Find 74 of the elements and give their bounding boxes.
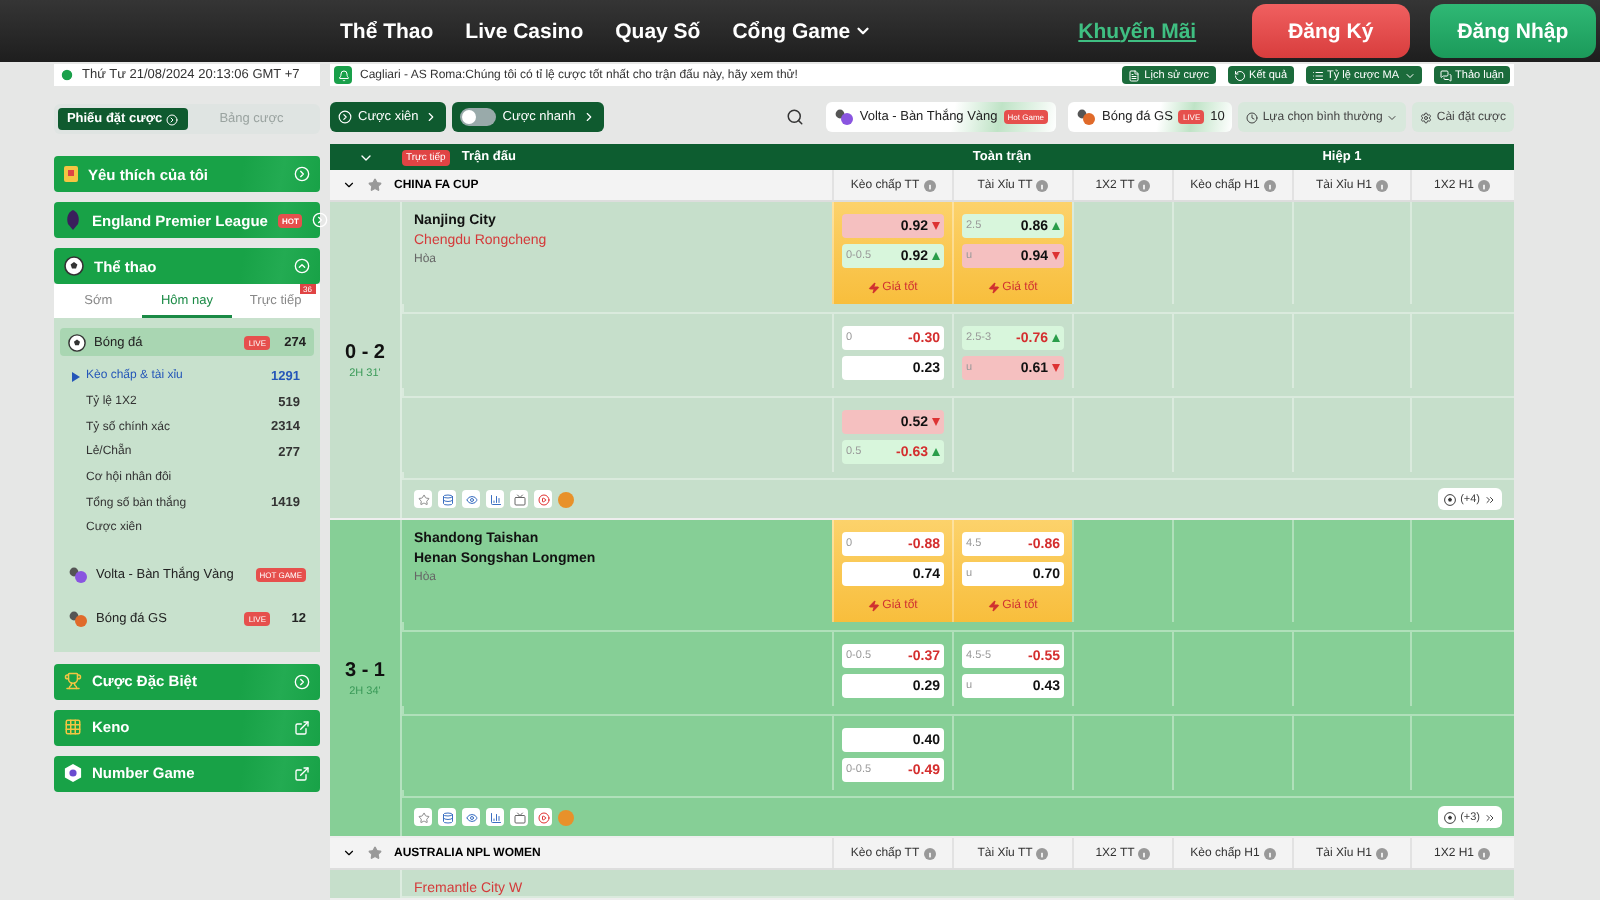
- chevron-right-icon: [581, 110, 596, 124]
- nav-link[interactable]: Cổng Game: [716, 19, 889, 43]
- promotion-link[interactable]: Khuyến Mãi: [1078, 19, 1197, 43]
- document-icon: [1128, 69, 1141, 81]
- info-icon: [923, 847, 936, 859]
- clock-icon: [1246, 111, 1259, 123]
- tv-icon[interactable]: [510, 808, 528, 826]
- tv-icon[interactable]: [510, 490, 528, 508]
- info-icon: [1478, 847, 1490, 859]
- eye-icon[interactable]: [462, 490, 480, 508]
- soccer-ball-icon: [1444, 811, 1457, 823]
- nav-link[interactable]: Live Casino: [449, 19, 600, 43]
- info-icon: [1263, 847, 1276, 859]
- list-icon: [1311, 69, 1324, 81]
- star-icon[interactable]: [414, 808, 432, 826]
- lightning-icon: [988, 282, 1001, 294]
- soccer-ball-icon: [64, 256, 84, 276]
- lightning-icon: [868, 282, 881, 294]
- chevron-down-icon: [854, 22, 873, 40]
- trophy-icon: [64, 672, 82, 691]
- external-link-icon: [294, 719, 310, 736]
- play-icon[interactable]: [534, 490, 552, 508]
- info-icon: [1376, 179, 1388, 191]
- grid-icon: [64, 718, 82, 737]
- circle-chevron-up-icon: [294, 258, 310, 274]
- chevron-down-icon: [342, 846, 356, 860]
- star-icon[interactable]: [368, 846, 382, 860]
- caret-icon: [72, 371, 80, 382]
- star-icon[interactable]: [414, 490, 432, 508]
- database-icon[interactable]: [438, 490, 456, 508]
- search-icon[interactable]: [785, 108, 804, 126]
- info-icon: [1376, 847, 1388, 859]
- info-icon: [1138, 847, 1151, 859]
- eye-icon[interactable]: [462, 808, 480, 826]
- soccer-ball-icon: [68, 333, 86, 351]
- bar-chart-icon[interactable]: [486, 808, 504, 826]
- circle-chevron-icon: [294, 166, 310, 182]
- soccer-ball-icon: [1444, 493, 1457, 505]
- register-button[interactable]: Đăng Ký: [1252, 4, 1410, 58]
- info-icon: [1036, 847, 1049, 859]
- chevron-down-icon: [1386, 111, 1399, 123]
- database-icon[interactable]: [438, 808, 456, 826]
- circle-chevron-icon: [312, 212, 329, 228]
- hexagon-icon: [64, 764, 82, 783]
- lightning-icon: [868, 600, 881, 612]
- refresh-icon: [1233, 69, 1246, 81]
- score: 0 - 2: [344, 341, 385, 363]
- external-link-icon: [294, 765, 310, 782]
- lightning-icon: [988, 600, 1001, 612]
- player-ball-icon: [1076, 108, 1097, 126]
- chevron-down-icon: [1403, 69, 1416, 81]
- info-icon: [1138, 179, 1151, 191]
- player-ball-icon: [833, 108, 854, 126]
- play-icon[interactable]: [534, 808, 552, 826]
- nav-link[interactable]: Thể Thao: [324, 19, 450, 43]
- chevron-right-icon: [424, 110, 439, 124]
- circle-icon: [338, 110, 352, 124]
- player-ball-icon: [68, 566, 88, 585]
- info-icon: [923, 179, 936, 191]
- info-icon: [1478, 179, 1490, 191]
- bar-chart-icon[interactable]: [486, 490, 504, 508]
- chat-icon: [1439, 69, 1452, 81]
- score: 3 - 1: [344, 659, 385, 681]
- double-chevron-icon: [1484, 493, 1496, 505]
- player-ball-icon: [68, 610, 88, 629]
- nav-link[interactable]: Quay Số: [599, 19, 717, 43]
- circle-chevron-icon: [294, 673, 310, 690]
- info-icon: [1036, 179, 1049, 191]
- circle-chevron-icon: [166, 113, 179, 125]
- settings-icon: [1420, 111, 1433, 123]
- double-chevron-icon: [1484, 811, 1496, 823]
- star-icon[interactable]: [368, 178, 382, 192]
- info-icon: [1263, 179, 1276, 191]
- bookmark-icon: [64, 166, 78, 182]
